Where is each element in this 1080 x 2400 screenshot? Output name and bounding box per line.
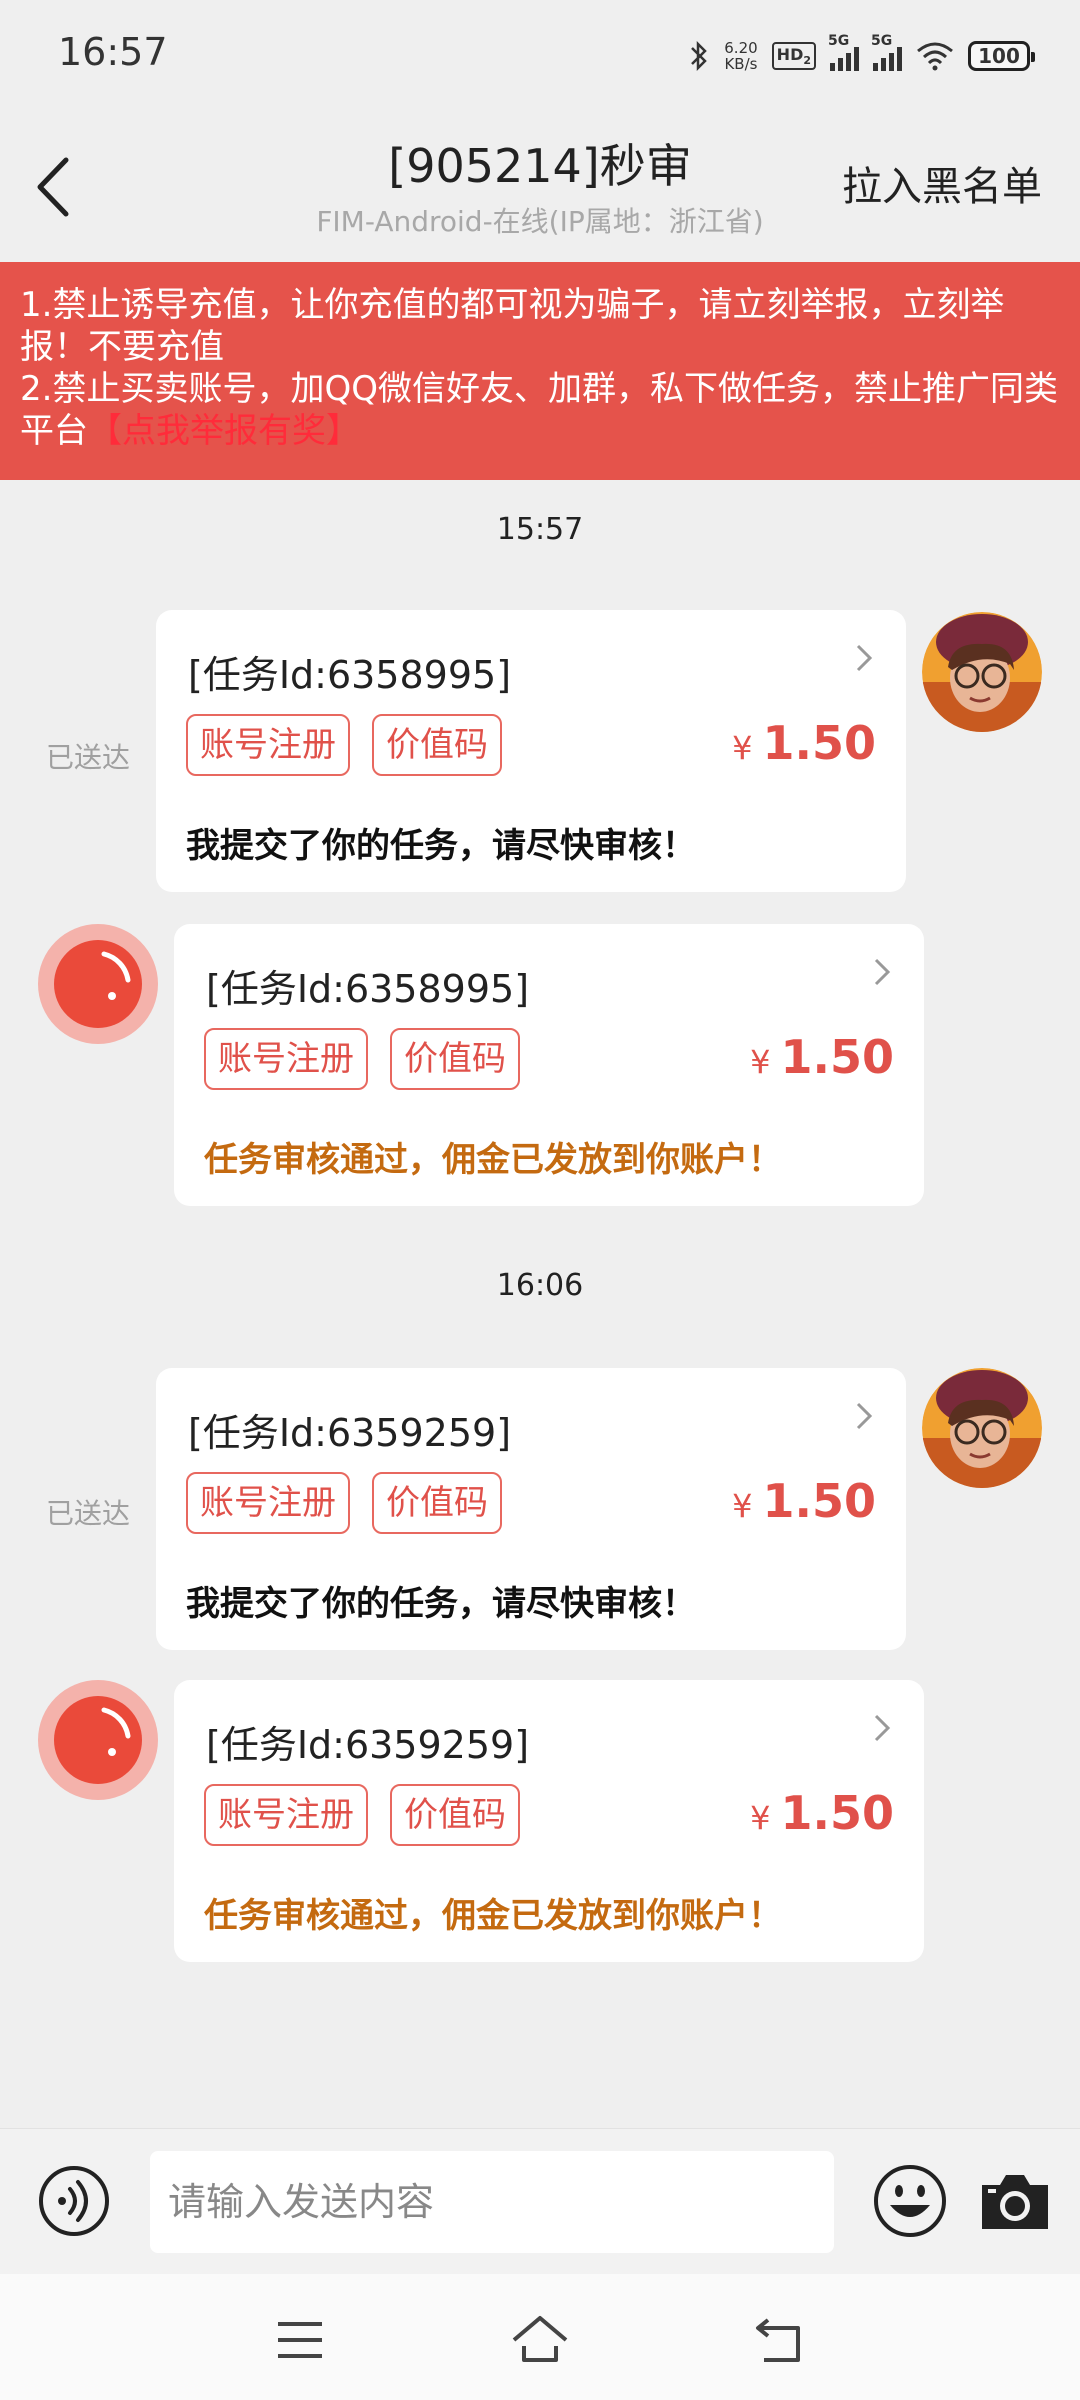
voice-icon[interactable]	[38, 2165, 110, 2237]
delivered-status: 已送达	[46, 1497, 131, 1530]
task-id: [任务Id:6358995]	[206, 967, 530, 1011]
menu-icon[interactable]	[270, 2312, 330, 2368]
task-tag: 价值码	[390, 1784, 520, 1846]
task-tag: 价值码	[390, 1028, 520, 1090]
chevron-right-icon	[874, 958, 891, 986]
task-id: [任务Id:6359259]	[188, 1411, 512, 1455]
net-speed: 6.20 KB/s	[724, 39, 758, 73]
task-price: ¥1.50	[750, 1030, 894, 1084]
task-tag: 价值码	[372, 1472, 502, 1534]
message-input[interactable]	[150, 2151, 834, 2253]
task-tags: 账号注册 价值码	[204, 1784, 520, 1846]
sent-task-card[interactable]: [任务Id:6359259] 账号注册 价值码 ¥1.50 我提交了你的任务，请…	[156, 1368, 906, 1650]
chevron-right-icon	[856, 644, 873, 672]
report-link[interactable]: 【点我举报有奖】	[88, 411, 360, 451]
task-id: [任务Id:6358995]	[188, 653, 512, 697]
sent-task-card[interactable]: [任务Id:6358995] 账号注册 价值码 ¥1.50 我提交了你的任务，请…	[156, 610, 906, 892]
message-text: 任务审核通过，佣金已发放到你账户！	[204, 1896, 782, 1936]
back-icon[interactable]	[750, 2312, 810, 2368]
status-bar: 16:57 6.20 KB/s HD2 5G 5G 100	[0, 0, 1080, 112]
time-separator: 15:57	[496, 512, 584, 547]
wifi-icon	[917, 42, 953, 71]
user-avatar[interactable]	[922, 1368, 1042, 1488]
time-separator: 16:06	[496, 1268, 584, 1303]
task-tag: 账号注册	[204, 1028, 368, 1090]
add-to-blacklist-button[interactable]: 拉入黑名单	[842, 154, 1042, 212]
system-avatar[interactable]	[38, 924, 158, 1044]
signal-sim2-icon: 5G	[871, 33, 902, 71]
received-task-card[interactable]: [任务Id:6359259] 账号注册 价值码 ¥1.50 任务审核通过，佣金已…	[174, 1680, 924, 1962]
task-id: [任务Id:6359259]	[206, 1723, 530, 1767]
task-tag: 账号注册	[204, 1784, 368, 1846]
warning-line-2: 2.禁止买卖账号，加QQ微信好友、加群，私下做任务，禁止推广同类平台【点我举报有…	[20, 369, 1058, 451]
task-tags: 账号注册 价值码	[186, 1472, 502, 1534]
message-text: 我提交了你的任务，请尽快审核！	[186, 1584, 696, 1624]
message-text: 任务审核通过，佣金已发放到你账户！	[204, 1140, 782, 1180]
warning-line-1: 1.禁止诱导充值，让你充值的都可视为骗子，请立刻举报，立刻举报！不要充值	[20, 285, 1005, 367]
camera-icon[interactable]	[978, 2169, 1052, 2233]
task-tags: 账号注册 价值码	[186, 714, 502, 776]
chevron-right-icon	[874, 1714, 891, 1742]
task-tags: 账号注册 价值码	[204, 1028, 520, 1090]
warning-banner: 1.禁止诱导充值，让你充值的都可视为骗子，请立刻举报，立刻举报！不要充值 2.禁…	[0, 262, 1080, 480]
task-price: ¥1.50	[750, 1786, 894, 1840]
delivered-status: 已送达	[46, 741, 131, 774]
battery-icon: 100	[968, 41, 1035, 71]
chat-header: [905214]秒审 FIM-Android-在线(IP属地：浙江省) 拉入黑名…	[0, 112, 1080, 262]
chevron-right-icon	[856, 1402, 873, 1430]
status-icons: 6.20 KB/s HD2 5G 5G 100	[688, 33, 1035, 78]
system-nav-bar	[0, 2274, 1080, 2400]
message-text: 我提交了你的任务，请尽快审核！	[186, 826, 696, 866]
bluetooth-icon	[691, 40, 708, 72]
emoji-icon[interactable]	[872, 2163, 948, 2239]
received-task-card[interactable]: [任务Id:6358995] 账号注册 价值码 ¥1.50 任务审核通过，佣金已…	[174, 924, 924, 1206]
input-bar	[0, 2128, 1080, 2274]
task-tag: 账号注册	[186, 714, 350, 776]
task-price: ¥1.50	[732, 716, 876, 770]
task-price: ¥1.50	[732, 1474, 876, 1528]
task-tag: 价值码	[372, 714, 502, 776]
status-time: 16:57	[58, 30, 168, 74]
home-icon[interactable]	[510, 2312, 570, 2368]
system-avatar[interactable]	[38, 1680, 158, 1800]
task-tag: 账号注册	[186, 1472, 350, 1534]
signal-sim1-icon: 5G	[828, 33, 859, 71]
hd-icon: HD2	[771, 41, 816, 71]
user-avatar[interactable]	[922, 612, 1042, 732]
